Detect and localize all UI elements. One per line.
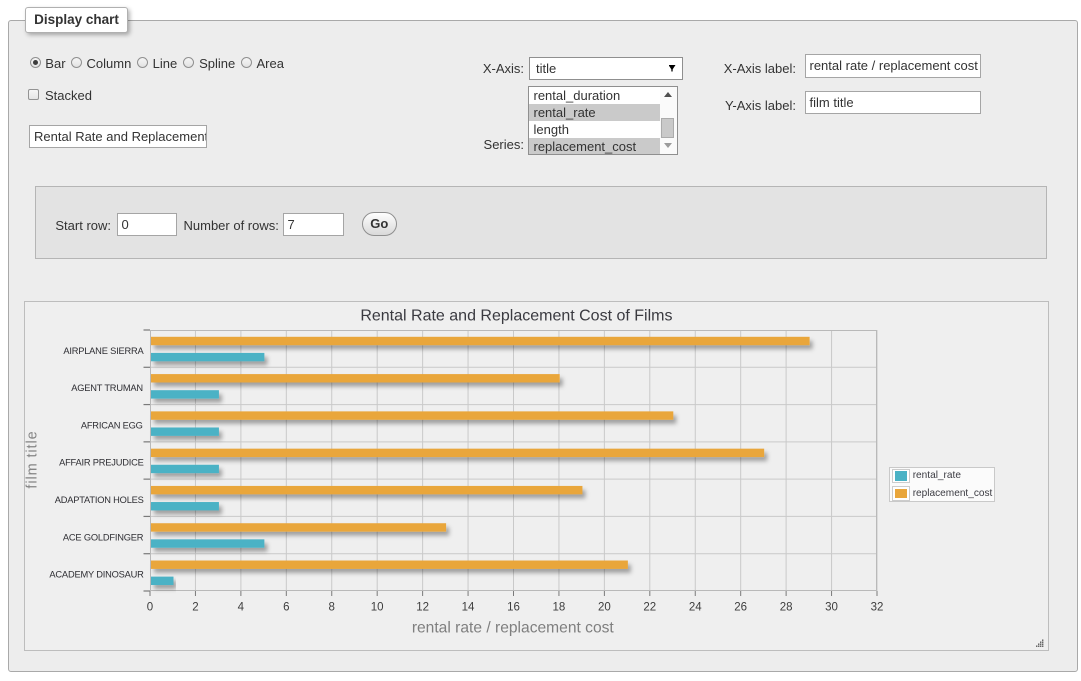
svg-text:rental rate / replacement cost: rental rate / replacement cost [412, 619, 615, 636]
svg-text:20: 20 [598, 601, 611, 613]
svg-text:24: 24 [689, 601, 702, 613]
svg-text:12: 12 [416, 601, 429, 613]
svg-text:4: 4 [238, 601, 245, 613]
svg-text:ACADEMY DINOSAUR: ACADEMY DINOSAUR [49, 570, 144, 580]
svg-text:ADAPTATION HOLES: ADAPTATION HOLES [55, 495, 144, 505]
svg-text:6: 6 [283, 601, 289, 613]
svg-text:film title: film title [25, 430, 41, 488]
svg-text:10: 10 [371, 601, 384, 613]
svg-text:18: 18 [553, 601, 566, 613]
svg-text:22: 22 [643, 601, 656, 613]
svg-text:28: 28 [780, 601, 793, 613]
svg-text:0: 0 [147, 601, 153, 613]
svg-text:AGENT TRUMAN: AGENT TRUMAN [71, 383, 143, 393]
svg-text:8: 8 [329, 601, 335, 613]
svg-text:32: 32 [871, 601, 884, 613]
svg-text:2: 2 [192, 601, 198, 613]
svg-text:Rental Rate and Replacement Co: Rental Rate and Replacement Cost of Film… [360, 307, 672, 324]
svg-text:AFRICAN EGG: AFRICAN EGG [81, 420, 143, 430]
svg-text:26: 26 [734, 601, 747, 613]
svg-text:AFFAIR PREJUDICE: AFFAIR PREJUDICE [59, 458, 144, 468]
svg-text:AIRPLANE SIERRA: AIRPLANE SIERRA [63, 346, 144, 356]
svg-text:30: 30 [825, 601, 838, 613]
svg-text:16: 16 [507, 601, 520, 613]
svg-text:ACE GOLDFINGER: ACE GOLDFINGER [63, 532, 144, 542]
svg-text:14: 14 [462, 601, 475, 613]
